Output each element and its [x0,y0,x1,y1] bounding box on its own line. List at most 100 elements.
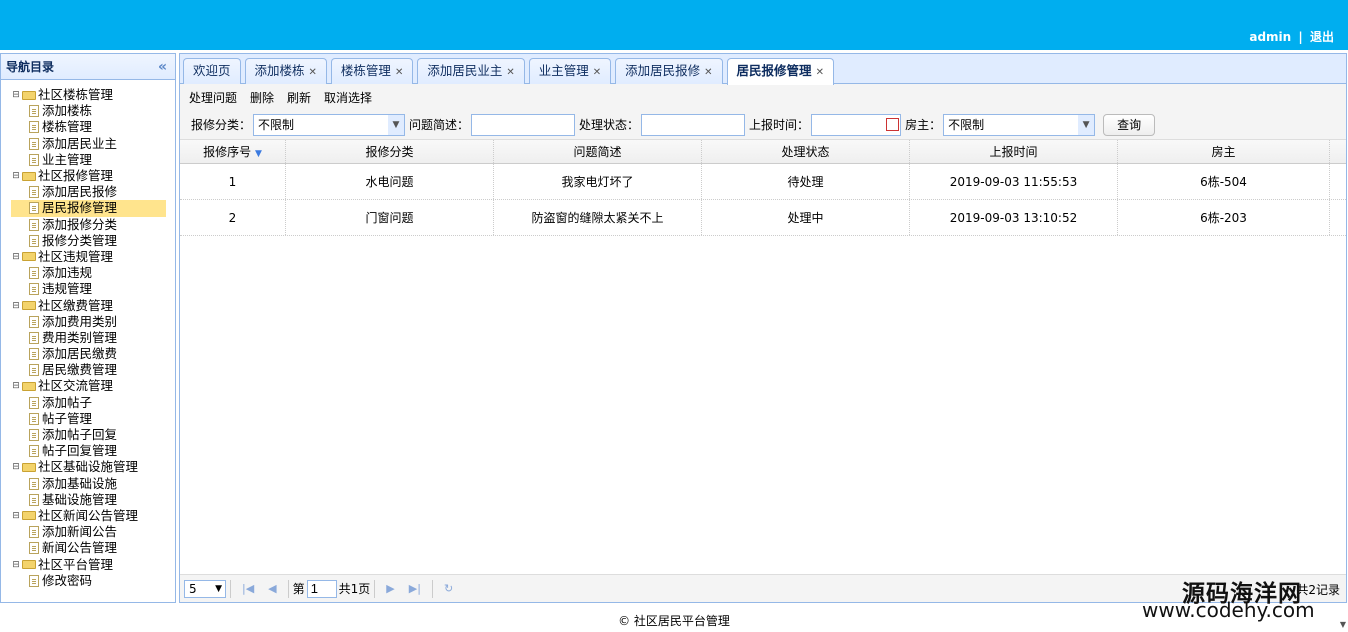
table-cell: 6栋-203 [1118,200,1330,235]
file-icon [29,202,39,215]
scroll-down-icon[interactable]: ▼ [1340,620,1346,629]
tree-item[interactable]: 修改密码 [1,573,175,589]
close-icon[interactable]: ✕ [395,67,403,78]
column-header[interactable]: 房主 [1118,140,1330,163]
tree-group[interactable]: ⊟ 社区交流管理 [1,378,175,394]
tree-item[interactable]: 添加新闻公告 [1,524,175,540]
collapse-icon[interactable]: « [158,54,167,80]
page-size-select[interactable]: 5 ▼ [184,579,226,598]
tree-item[interactable]: 添加居民业主 [1,136,175,152]
minus-icon[interactable]: ⊟ [11,557,21,573]
column-header-label: 房主 [1211,145,1236,159]
minus-icon[interactable]: ⊟ [11,168,21,184]
minus-icon[interactable]: ⊟ [11,298,21,314]
column-header[interactable]: 处理状态 [702,140,910,163]
tree-item-label: 添加帖子 [42,394,93,410]
tree-item[interactable]: 基础设施管理 [1,492,175,508]
tree-item-label: 帖子管理 [42,410,93,426]
tree-item[interactable]: 添加帖子回复 [1,427,175,443]
pager-divider [230,579,231,598]
file-icon [29,315,39,328]
tree-group[interactable]: ⊟ 社区基础设施管理 [1,459,175,475]
owner-select[interactable]: 不限制 ▼ [943,113,1096,136]
table-cell: 2 [180,200,286,235]
tree-item[interactable]: 添加费用类别 [1,314,175,330]
query-button[interactable]: 查询 [1103,113,1156,136]
column-header[interactable]: 问题简述 [494,140,702,163]
delete-button[interactable]: 删除 [250,89,274,106]
column-header[interactable]: 上报时间 [910,140,1118,163]
tab[interactable]: 楼栋管理 ✕ [330,58,414,84]
tree-item[interactable]: 新闻公告管理 [1,540,175,556]
tree-item[interactable]: 添加帖子 [1,395,175,411]
tab-label: 业主管理 [538,63,589,78]
close-icon[interactable]: ✕ [816,67,824,78]
tab[interactable]: 添加居民业主 ✕ [417,58,525,84]
cancel-selection-button[interactable]: 取消选择 [324,89,372,106]
tree-item[interactable]: 帖子管理 [1,411,175,427]
handle-issue-button[interactable]: 处理问题 [189,89,237,106]
column-header[interactable]: 报修分类 [286,140,494,163]
tab[interactable]: 业主管理 ✕ [528,58,612,84]
minus-icon[interactable]: ⊟ [11,249,21,265]
minus-icon[interactable]: ⊟ [11,459,21,475]
tab[interactable]: 居民报修管理 ✕ [726,58,834,85]
column-header[interactable]: 报修序号 ▼ [180,140,286,163]
chevron-down-icon[interactable]: ▼ [388,114,405,135]
tree-item[interactable]: 添加楼栋 [1,103,175,119]
tab[interactable]: 添加居民报修 ✕ [615,58,723,84]
tree-item[interactable]: 费用类别管理 [1,330,175,346]
tab[interactable]: 欢迎页 [183,58,241,84]
tree-item[interactable]: 楼栋管理 [1,119,175,135]
close-icon[interactable]: ✕ [506,67,514,78]
minus-icon[interactable]: ⊟ [11,508,21,524]
tree-item[interactable]: 居民缴费管理 [1,362,175,378]
file-icon [29,153,39,166]
username: admin [1249,30,1292,44]
close-icon[interactable]: ✕ [309,67,317,78]
minus-icon[interactable]: ⊟ [11,378,21,394]
time-date-input[interactable] [811,113,902,136]
reload-icon[interactable]: ↻ [444,582,453,595]
tree-item[interactable]: 添加居民缴费 [1,346,175,362]
tree-group[interactable]: ⊟ 社区缴费管理 [1,297,175,313]
tree-item[interactable]: 居民报修管理 [11,200,166,217]
chevron-down-icon[interactable]: ▼ [1078,114,1095,135]
desc-input[interactable] [471,113,576,136]
tree-item[interactable]: 帖子回复管理 [1,443,175,459]
tree-item[interactable]: 添加违规 [1,265,175,281]
sort-desc-icon[interactable]: ▼ [255,149,262,159]
tree-group[interactable]: ⊟ 社区违规管理 [1,249,175,265]
first-page-icon[interactable]: |◀ [242,582,254,595]
tree-group[interactable]: ⊟ 社区新闻公告管理 [1,508,175,524]
folder-icon [22,560,36,570]
table-row[interactable]: 1 水电问题 我家电灯坏了 待处理 2019-09-03 11:55:53 6栋-504 [180,164,1346,200]
tree-item[interactable]: 添加居民报修 [1,184,175,200]
tree-item[interactable]: 添加基础设施 [1,476,175,492]
file-icon [29,412,39,425]
category-select[interactable]: 不限制 ▼ [253,113,406,136]
grid-header: 报修序号 ▼ 报修分类 问题简述 处理状态 上报时间 房主 [180,140,1346,164]
tree-group[interactable]: ⊟ 社区平台管理 [1,556,175,572]
refresh-button[interactable]: 刷新 [287,89,311,106]
last-page-icon[interactable]: ▶| [409,582,421,595]
tree-group[interactable]: ⊟ 社区楼栋管理 [1,87,175,103]
logout-link[interactable]: 退出 [1310,30,1334,44]
chevron-down-icon[interactable]: ▼ [215,581,222,597]
calendar-icon[interactable] [886,117,900,131]
tree-item[interactable]: 报修分类管理 [1,233,175,249]
close-icon[interactable]: ✕ [593,67,601,78]
table-row[interactable]: 2 门窗问题 防盗窗的缝隙太紧关不上 处理中 2019-09-03 13:10:52 6栋… [180,200,1346,236]
next-page-icon[interactable]: ▶ [386,582,394,595]
prev-page-icon[interactable]: ◀ [268,582,276,595]
minus-icon[interactable]: ⊟ [11,87,21,103]
tree-item[interactable]: 添加报修分类 [1,217,175,233]
tree-item[interactable]: 违规管理 [1,281,175,297]
close-icon[interactable]: ✕ [704,67,712,78]
page-number-input[interactable] [306,579,337,598]
tab[interactable]: 添加楼栋 ✕ [244,58,327,84]
tree-group[interactable]: ⊟ 社区报修管理 [1,168,175,184]
status-input[interactable] [641,113,746,136]
file-icon [29,477,39,490]
tree-item[interactable]: 业主管理 [1,152,175,168]
